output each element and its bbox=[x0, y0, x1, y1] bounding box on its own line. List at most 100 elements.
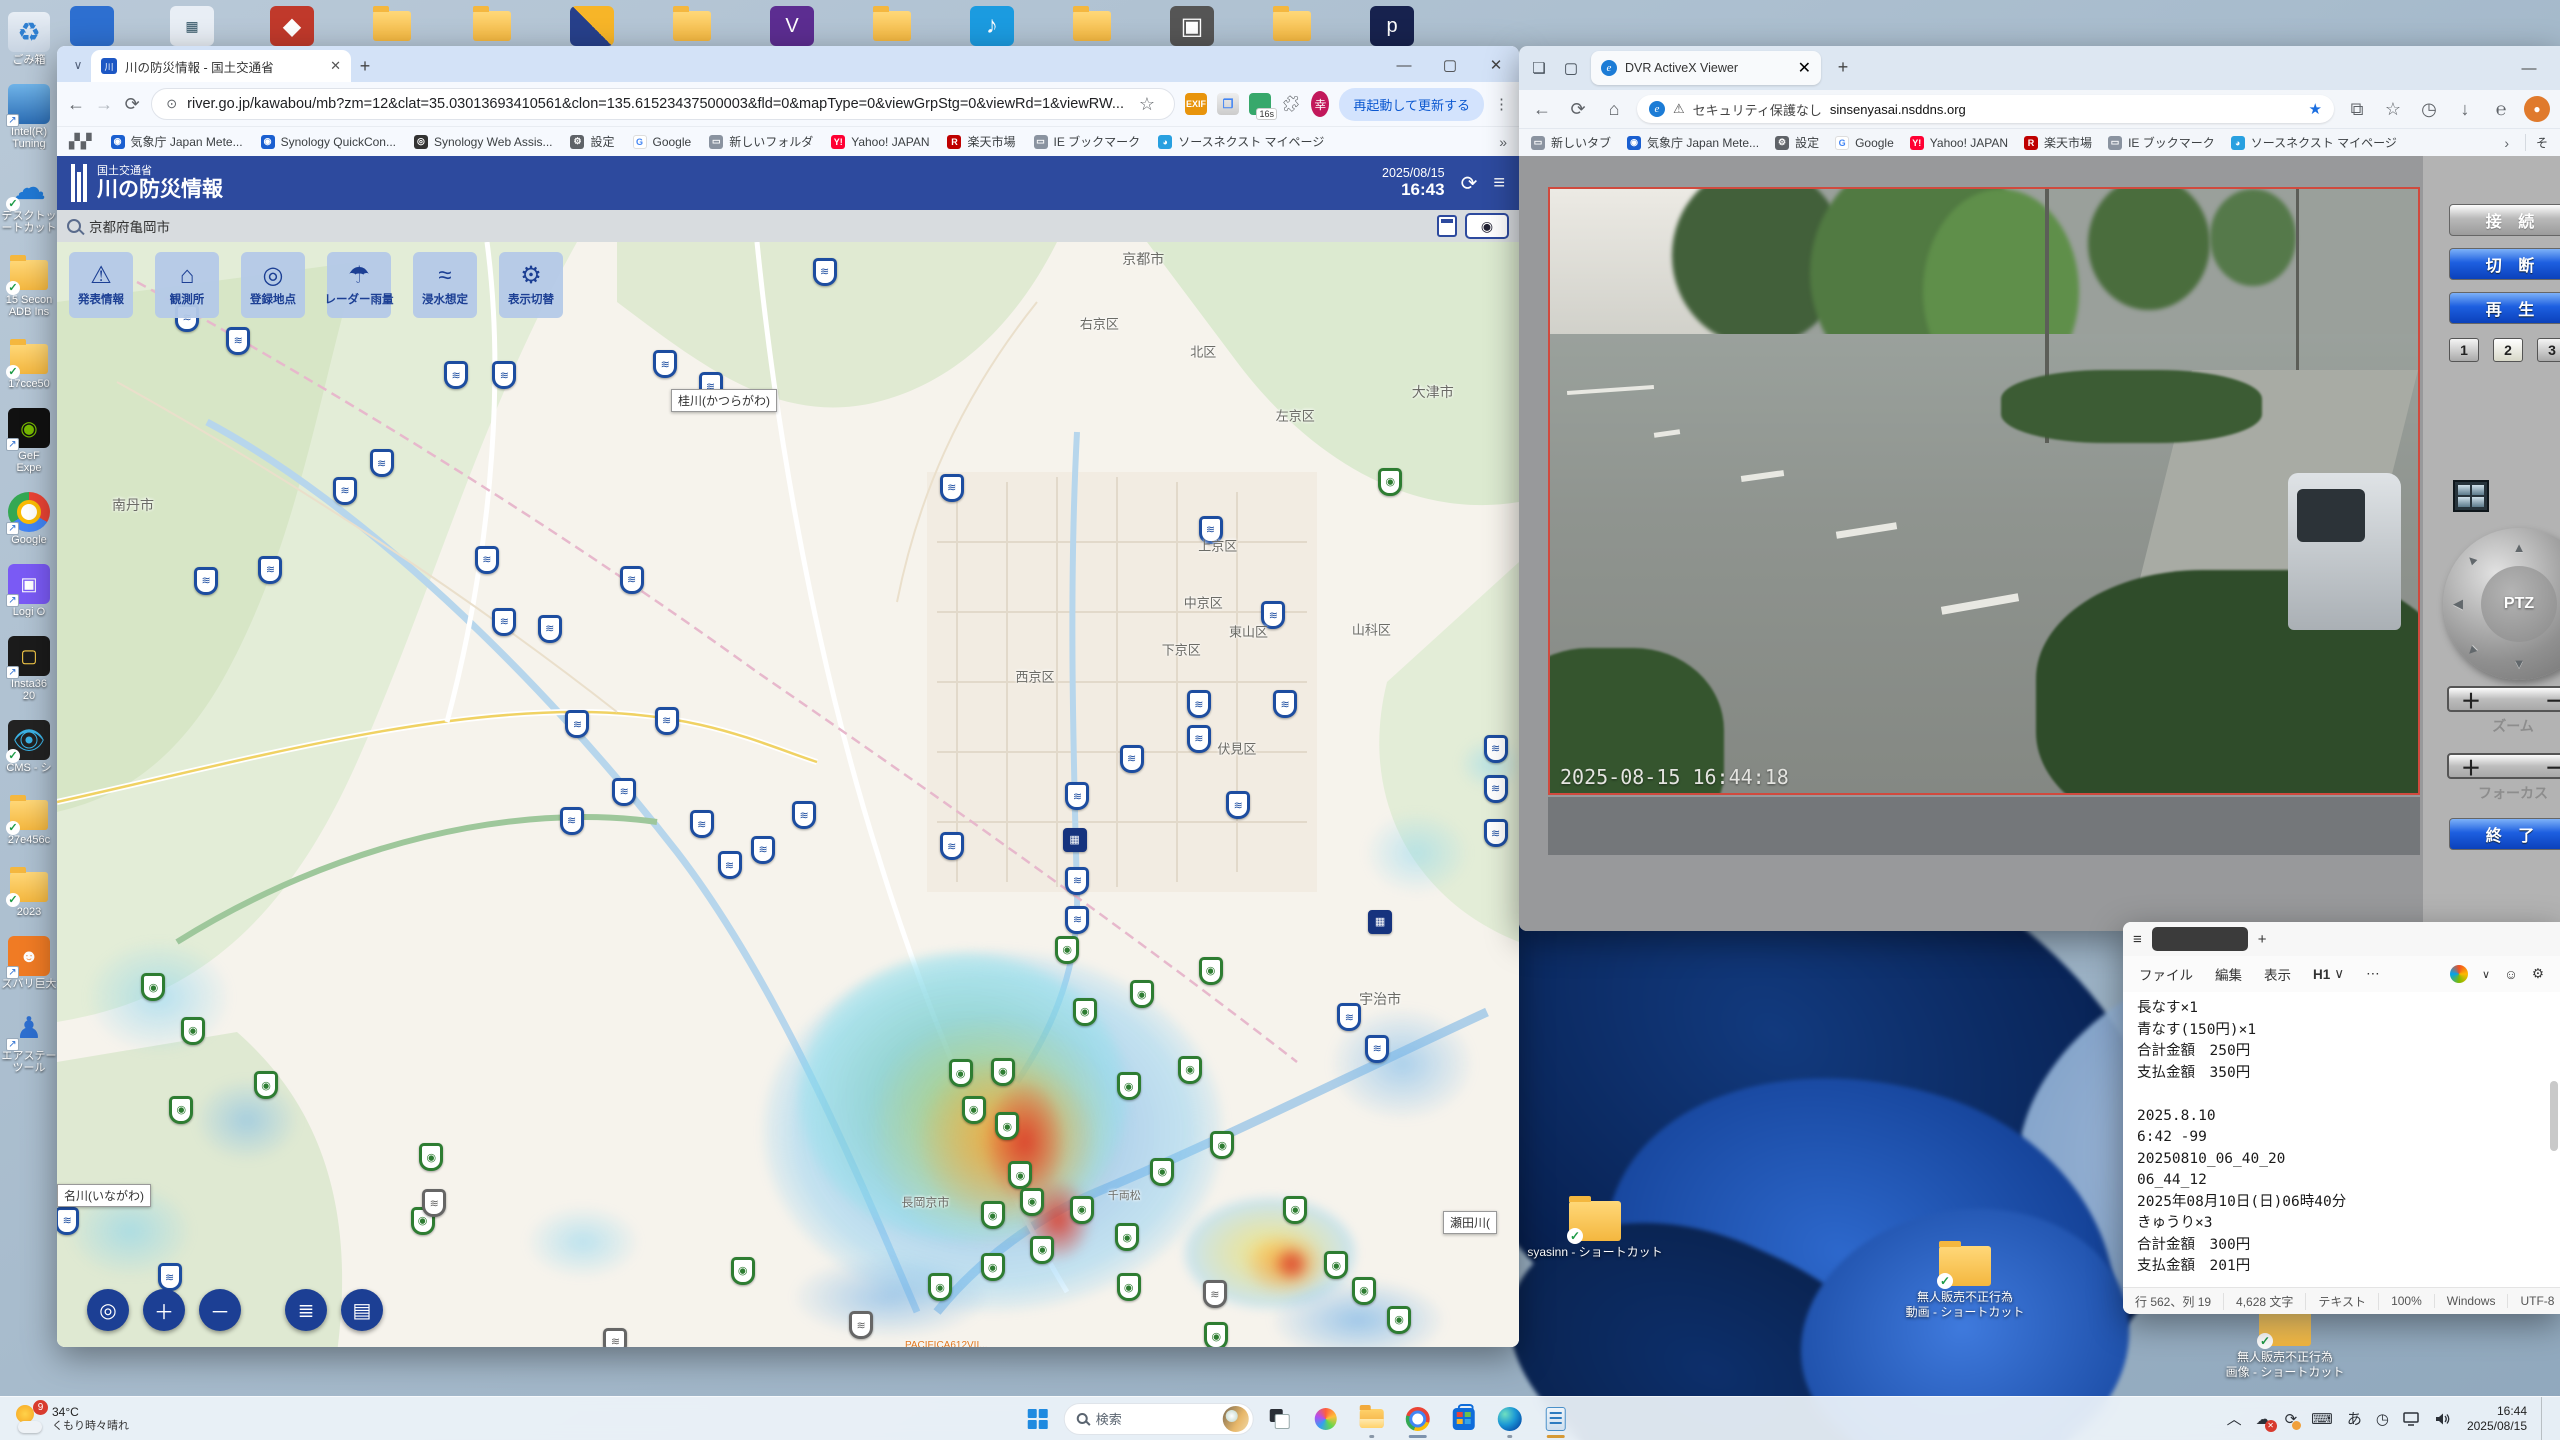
back-button[interactable]: ← bbox=[1529, 99, 1555, 120]
play-button[interactable]: 再 生 bbox=[2449, 292, 2560, 324]
gauge-marker[interactable]: ≋ bbox=[812, 257, 837, 286]
profile-avatar[interactable]: 幸 bbox=[1311, 91, 1330, 117]
flood-map[interactable]: ≋ ≋ ≋ ≋ ≋ ≋ ≋ ≋ ≋ ≋ ≋ ≋ ≋ ≋ ≋ ≋ ≋ ≋ ≋ ≋ ≋ ≋ ≋ ≋ ≋ ≋ ≋ ≋ ≋ ≋ ≋ ≋ ≋ ≋ ≋ ≋ ≋ ≋ ≋ ≋… bbox=[57, 242, 1519, 1347]
legend-button[interactable]: ≣ bbox=[285, 1289, 327, 1331]
reload-button[interactable]: ⟳ bbox=[123, 94, 141, 115]
notepad-editor[interactable]: 長なす×1 青なす(150円)×1 合計金額 250円 支払金額 350円 20… bbox=[2123, 992, 2560, 1287]
desktop-icon[interactable] bbox=[570, 6, 614, 46]
view-toggle-button[interactable]: ◉ bbox=[1465, 213, 1509, 239]
connect-button[interactable]: 接 続 bbox=[2449, 204, 2560, 236]
tab-actions-icon[interactable]: ▢ bbox=[1559, 59, 1583, 77]
camera-marker[interactable]: ◉ bbox=[1204, 1322, 1229, 1347]
desktop-icon-cloud[interactable]: ☁ ✓ デスクトッ ートカット bbox=[0, 168, 58, 234]
tab-search-icon[interactable]: ∨ bbox=[65, 52, 91, 78]
gauge-marker[interactable]: ≋ bbox=[492, 607, 517, 636]
split-screen-icon[interactable]: ⧉ bbox=[2344, 99, 2370, 120]
more-menu-icon[interactable]: ⋯ bbox=[2366, 966, 2380, 982]
gauge-marker[interactable]: ≋ bbox=[717, 851, 742, 880]
gauge-marker[interactable]: ≋ bbox=[1273, 690, 1298, 719]
ptz-control[interactable]: ▲ ▼ ◀ ▶ ▲ ▲ ▲ ▲ PTZ bbox=[2443, 528, 2560, 680]
desktop-icon[interactable]: ♪ bbox=[970, 6, 1014, 46]
menu-file[interactable]: ファイル bbox=[2139, 964, 2193, 984]
gauge-marker[interactable]: ≋ bbox=[57, 1206, 80, 1235]
desktop-icon-chrome[interactable]: ↗ Google bbox=[0, 492, 58, 546]
desktop-icon[interactable] bbox=[1070, 6, 1114, 46]
desktop-icon-cms[interactable]: 👁 ✓ CMS - シ bbox=[0, 720, 58, 774]
edge-active-tab[interactable]: e DVR ActiveX Viewer ✕ bbox=[1591, 51, 1821, 85]
heading-format-dropdown[interactable]: H1 ∨ bbox=[2313, 966, 2344, 982]
gauge-marker[interactable]: ≋ bbox=[653, 350, 678, 379]
weather-widget[interactable]: 9 34°C くもり時々晴れ bbox=[0, 1397, 143, 1440]
bookmark-item[interactable]: G Google bbox=[632, 134, 691, 149]
bookmarks-overflow-icon[interactable]: › bbox=[2504, 135, 2509, 151]
camera-marker[interactable]: ◉ bbox=[1115, 1223, 1140, 1252]
gauge-marker[interactable]: ≋ bbox=[1226, 791, 1251, 820]
menu-edit[interactable]: 編集 bbox=[2215, 964, 2242, 984]
camera-marker[interactable]: ◉ bbox=[980, 1253, 1005, 1282]
copilot-dropdown-icon[interactable]: ∨ bbox=[2482, 968, 2490, 981]
copilot-icon[interactable] bbox=[2450, 965, 2469, 983]
camera-marker[interactable]: ◉ bbox=[419, 1143, 444, 1172]
apps-grid-icon[interactable]: ▞▞ bbox=[69, 133, 93, 150]
gauge-marker[interactable]: ≋ bbox=[333, 476, 357, 505]
gauge-marker[interactable]: ≋ bbox=[619, 565, 644, 594]
gauge-marker[interactable]: ≋ bbox=[559, 806, 584, 835]
clock-app-icon[interactable]: ◷ bbox=[2376, 1410, 2389, 1428]
gauge-marker[interactable]: ≋ bbox=[565, 710, 590, 739]
camera-marker[interactable]: ◉ bbox=[1283, 1195, 1308, 1224]
ime-mode-indicator[interactable]: あ bbox=[2347, 1408, 2362, 1429]
sync-icon[interactable]: ⟳ bbox=[2285, 1410, 2302, 1430]
touch-keyboard-icon[interactable]: ⌨ bbox=[2311, 1410, 2333, 1428]
desktop-icon-insta[interactable]: ▢ ↗ Insta36 20 bbox=[0, 636, 58, 702]
gauge-marker[interactable]: ≋ bbox=[492, 361, 517, 390]
bookmark-item[interactable]: ◉ 気象庁 Japan Mete... bbox=[110, 133, 243, 150]
gauge-marker[interactable]: ≋ bbox=[751, 835, 776, 864]
desktop-icon-folder[interactable]: ✓ 17cce50 bbox=[0, 336, 58, 390]
timer-extension-icon[interactable]: 16s bbox=[1248, 93, 1277, 120]
bookmark-item[interactable]: ▭ IE ブックマーク bbox=[1033, 133, 1140, 150]
desktop-icon-folder[interactable]: ✓ 15 Secon ADB Ins bbox=[0, 252, 58, 318]
desktop-icon[interactable] bbox=[1270, 6, 1314, 46]
zoom-in-button[interactable]: ＋ bbox=[143, 1289, 185, 1331]
scrollbar-thumb[interactable] bbox=[2550, 1080, 2558, 1151]
bookmark-item[interactable]: ◉ 気象庁 Japan Mete... bbox=[1627, 134, 1759, 151]
history-icon[interactable]: ◷ bbox=[2416, 99, 2442, 120]
bookmark-item[interactable]: R 楽天市場 bbox=[2024, 134, 2092, 151]
gauge-marker[interactable]: ≋ bbox=[939, 832, 964, 861]
search-input[interactable]: 京都府亀岡市 bbox=[89, 216, 1429, 236]
bookmark-star-icon[interactable]: ☆ bbox=[1134, 94, 1160, 115]
bookmark-item[interactable]: ▭ 新しいフォルダ bbox=[709, 133, 813, 150]
downloads-icon[interactable]: ↓ bbox=[2452, 99, 2478, 120]
minimize-button[interactable]: — bbox=[2506, 51, 2552, 85]
camera-marker[interactable]: ◉ bbox=[1116, 1273, 1141, 1302]
gauge-marker[interactable]: ≋ bbox=[1065, 866, 1090, 895]
site-info-icon[interactable]: ⊙ bbox=[166, 96, 177, 112]
extension-icon[interactable]: ❐ bbox=[1216, 93, 1239, 115]
desktop-shortcut-syasinn[interactable]: ✓ syasinn - ショートカット bbox=[1520, 1195, 1670, 1260]
view-1-button[interactable]: 1 bbox=[2449, 338, 2479, 362]
tray-overflow-chevron[interactable]: ︿ bbox=[2227, 1408, 2242, 1429]
notepad-tab[interactable] bbox=[2151, 927, 2248, 951]
gauge-marker[interactable]: ≋ bbox=[792, 801, 817, 830]
cast-display-icon[interactable] bbox=[2403, 1411, 2421, 1426]
bookmarks-overflow-icon[interactable]: » bbox=[1499, 134, 1507, 150]
menu-view[interactable]: 表示 bbox=[2264, 964, 2291, 984]
restart-update-button[interactable]: 再起動して更新する bbox=[1339, 87, 1484, 121]
view-2-button[interactable]: 2 bbox=[2493, 338, 2523, 362]
onedrive-icon[interactable]: ☁ ✕ bbox=[2256, 1410, 2277, 1432]
bookmark-item[interactable]: ◕ ソースネクスト マイページ bbox=[1158, 133, 1324, 150]
edge-button[interactable] bbox=[1490, 1399, 1530, 1439]
minimize-button[interactable]: — bbox=[1381, 48, 1427, 82]
exif-extension-icon[interactable]: EXIF bbox=[1184, 93, 1207, 115]
ptz-downleft-arrow[interactable]: ▲ bbox=[2462, 642, 2482, 662]
camera-marker[interactable]: ◉ bbox=[961, 1095, 986, 1124]
notepad-text[interactable]: 長なす×1 青なす(150円)×1 合計金額 250円 支払金額 350円 20… bbox=[2123, 992, 2560, 1284]
bookmark-item[interactable]: G Google bbox=[1835, 135, 1894, 150]
taskbar-search[interactable]: 検索 bbox=[1063, 1402, 1254, 1435]
quit-button[interactable]: 終 了 bbox=[2449, 818, 2560, 850]
gauge-marker[interactable]: ≋ bbox=[474, 545, 499, 574]
map-tool-button[interactable]: ⚠ 発表情報 bbox=[69, 252, 133, 318]
camera-marker[interactable]: ◉ bbox=[980, 1201, 1005, 1230]
quad-view-icon[interactable] bbox=[2453, 480, 2489, 512]
desktop-icon-intel[interactable]: ↗ Intel(R) Tuning bbox=[0, 84, 58, 150]
